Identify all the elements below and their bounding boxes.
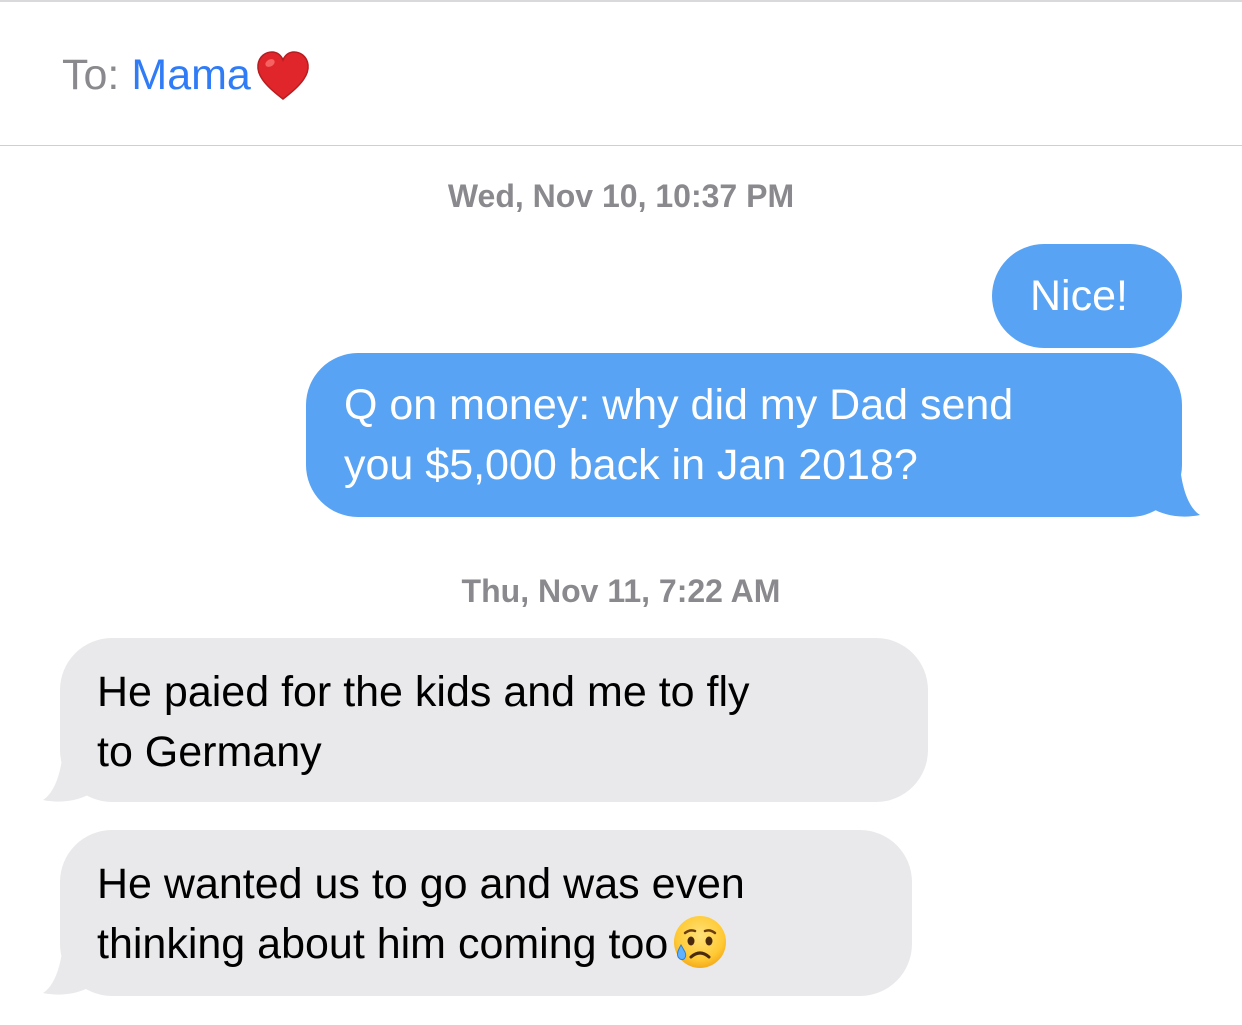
message-line: Q on money: why did my Dad send (344, 381, 1014, 429)
message-line: He paied for the kids and me to fly (97, 668, 750, 716)
timestamp-1: Wed, Nov 10, 10:37 PM (447, 178, 795, 214)
to-label: To: (62, 51, 120, 99)
to-field[interactable]: To: Mama (62, 48, 311, 102)
recipient-name[interactable]: Mama (131, 51, 250, 99)
incoming-message-bubble[interactable]: He wanted us to go and was even thinking… (60, 830, 912, 996)
recipient-header: To: Mama (0, 2, 1242, 146)
message-line: Nice! (1030, 272, 1128, 320)
outgoing-message-bubble[interactable]: Q on money: why did my Dad send you $5,0… (306, 353, 1182, 517)
timestamp-2: Thu, Nov 11, 7:22 AM (461, 573, 781, 609)
message-line-text: thinking about him coming too (97, 920, 669, 968)
sad-but-relieved-face-icon (672, 914, 728, 970)
message-line: thinking about him coming too (97, 914, 912, 974)
message-line: to Germany (97, 728, 322, 776)
message-line: He wanted us to go and was even (97, 860, 745, 908)
outgoing-message-bubble[interactable]: Nice! (992, 244, 1182, 348)
incoming-message-bubble[interactable]: He paied for the kids and me to fly to G… (60, 638, 928, 802)
red-heart-icon (255, 50, 311, 102)
message-line: you $5,000 back in Jan 2018? (344, 441, 918, 489)
